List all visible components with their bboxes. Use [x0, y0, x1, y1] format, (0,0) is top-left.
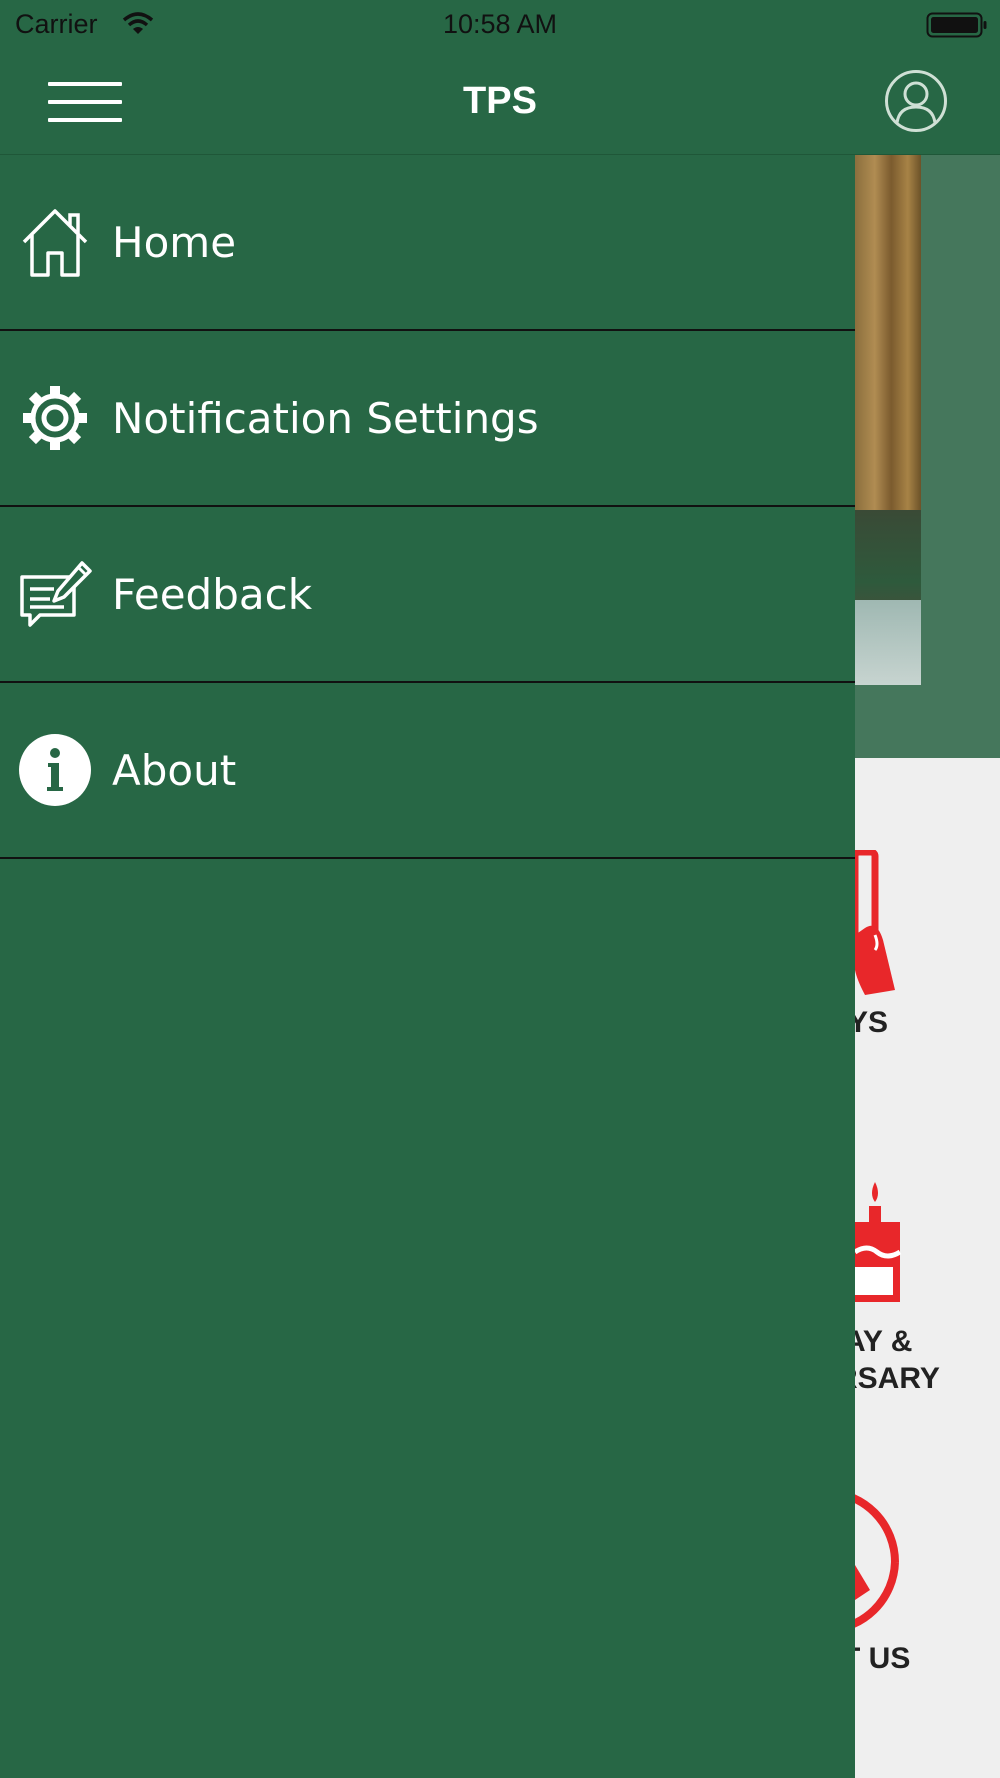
navigation-drawer: Home Notification Settings Feedback Abou…: [0, 155, 855, 1778]
drawer-item-home[interactable]: Home: [0, 155, 855, 331]
drawer-item-notification-settings[interactable]: Notification Settings: [0, 331, 855, 507]
tile-hand-icon: [855, 850, 895, 995]
drawer-item-label: Notification Settings: [112, 393, 539, 443]
status-bar: Carrier 10:58 AM: [0, 0, 1000, 50]
tile-label-3: T US: [842, 1642, 911, 1675]
tile-label-2b: RSARY: [836, 1362, 940, 1395]
gear-icon: [23, 386, 87, 450]
tile-contact-icon: [855, 1494, 899, 1628]
drawer-item-label: Feedback: [112, 569, 313, 619]
page-title: TPS: [463, 80, 537, 122]
tile-label-2a: AY &: [844, 1325, 913, 1358]
drawer-item-label: Home: [112, 217, 237, 267]
battery-icon: [926, 12, 987, 38]
feedback-icon: [20, 561, 92, 627]
background-photo-floor: [855, 600, 921, 685]
tile-cake-icon: [855, 1182, 902, 1302]
info-icon: [19, 734, 91, 806]
app-header: TPS: [0, 50, 1000, 155]
drawer-item-about[interactable]: About: [0, 683, 855, 859]
drawer-item-label: About: [112, 745, 237, 795]
drawer-item-feedback[interactable]: Feedback: [0, 507, 855, 683]
status-time: 10:58 AM: [442, 9, 558, 39]
user-profile-icon[interactable]: [884, 69, 948, 133]
home-icon: [22, 209, 88, 277]
tile-label-1: YS: [848, 1006, 889, 1039]
